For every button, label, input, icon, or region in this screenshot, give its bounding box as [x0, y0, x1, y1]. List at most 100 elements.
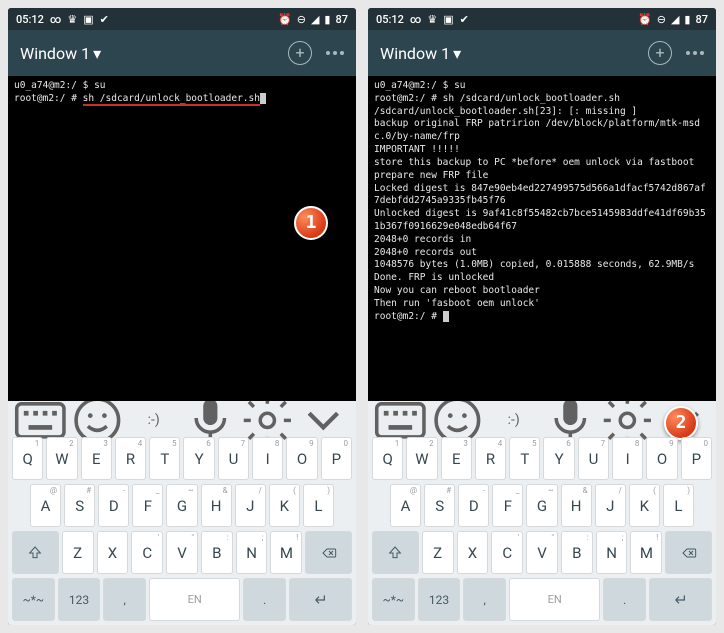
chevron-down-icon: ▾ — [453, 44, 461, 63]
key-x[interactable]: X — [457, 531, 489, 574]
key-w[interactable]: 2W — [406, 437, 437, 480]
key-w[interactable]: 2W — [46, 437, 77, 480]
key-j[interactable]: /J — [235, 484, 266, 527]
terminal-output[interactable]: u0_a74@m2:/ $ su root@m2:/ # sh /sdcard/… — [8, 76, 356, 401]
check-icon: ✔ — [100, 13, 109, 26]
key-e[interactable]: 3E — [81, 437, 112, 480]
key-z[interactable]: Z — [62, 531, 94, 574]
key-a[interactable]: @A — [30, 484, 61, 527]
key-v[interactable]: "V — [166, 531, 198, 574]
key-g[interactable]: ~G — [166, 484, 197, 527]
sym-key[interactable]: ~*~ — [12, 578, 55, 621]
enter-key[interactable] — [289, 578, 352, 621]
key-o[interactable]: 9O — [646, 437, 677, 480]
key-k[interactable]: (K — [629, 484, 660, 527]
key-n[interactable]: ;N — [236, 531, 268, 574]
do-not-disturb-icon: ⊖ — [297, 13, 306, 26]
crown-icon: ♛ — [67, 13, 77, 26]
infinity-icon: ∞ — [50, 13, 61, 26]
signal-icon: ◢ — [671, 13, 679, 26]
key-s[interactable]: #S — [64, 484, 95, 527]
key-i[interactable]: 8I — [612, 437, 643, 480]
space-key[interactable]: EN — [149, 578, 240, 621]
key-y[interactable]: 6Y — [183, 437, 214, 480]
comma-key[interactable]: , — [103, 578, 146, 621]
app-bar: Window 1 ▾ + — [368, 30, 716, 76]
signal-icon: ◢ — [311, 13, 319, 26]
terminal-output[interactable]: u0_a74@m2:/ $ su root@m2:/ # sh /sdcard/… — [368, 76, 716, 401]
shift-key[interactable] — [372, 531, 419, 574]
keyboard: :-) 1Q2W3E4R5T6Y7U8I9O0P @A#S-D_F~G&H/J(K)… — [8, 401, 356, 625]
key-p[interactable]: 0P — [681, 437, 712, 480]
space-key[interactable]: EN — [509, 578, 600, 621]
key-p[interactable]: 0P — [321, 437, 352, 480]
key-m[interactable]: !M — [630, 531, 662, 574]
check-icon: ✔ — [460, 13, 469, 26]
backspace-key[interactable] — [665, 531, 712, 574]
key-b[interactable]: :B — [201, 531, 233, 574]
key-q[interactable]: 1Q — [372, 437, 403, 480]
key-u[interactable]: 7U — [578, 437, 609, 480]
shift-key[interactable] — [12, 531, 59, 574]
key-r[interactable]: 4R — [115, 437, 146, 480]
key-k[interactable]: (K — [269, 484, 300, 527]
overflow-menu-button[interactable] — [686, 51, 704, 55]
key-t[interactable]: 5T — [509, 437, 540, 480]
key-u[interactable]: 7U — [218, 437, 249, 480]
key-q[interactable]: 1Q — [12, 437, 43, 480]
sym-key[interactable]: ~*~ — [372, 578, 415, 621]
status-bar: 05:12 ∞ ♛ ▣ ✔ ⏰ ⊖ ◢ ▮ 87 — [8, 8, 356, 30]
crown-icon: ♛ — [427, 13, 437, 26]
key-c[interactable]: 'C — [131, 531, 163, 574]
key-h[interactable]: &H — [201, 484, 232, 527]
overflow-menu-button[interactable] — [326, 51, 344, 55]
key-g[interactable]: ~G — [526, 484, 557, 527]
key-a[interactable]: @A — [390, 484, 421, 527]
do-not-disturb-icon: ⊖ — [657, 13, 666, 26]
key-o[interactable]: 9O — [286, 437, 317, 480]
window-dropdown[interactable]: Window 1 ▾ — [20, 44, 101, 63]
step-badge-1: 1 — [294, 206, 328, 240]
key-l[interactable]: )L — [663, 484, 694, 527]
add-window-button[interactable]: + — [288, 41, 312, 65]
add-window-button[interactable]: + — [648, 41, 672, 65]
key-f[interactable]: _F — [492, 484, 523, 527]
key-n[interactable]: ;N — [596, 531, 628, 574]
key-x[interactable]: X — [97, 531, 129, 574]
key-i[interactable]: 8I — [252, 437, 283, 480]
period-key[interactable]: . — [243, 578, 286, 621]
backspace-key[interactable] — [305, 531, 352, 574]
key-v[interactable]: "V — [526, 531, 558, 574]
key-l[interactable]: )L — [303, 484, 334, 527]
step-badge-2: 2 — [664, 406, 698, 440]
key-r[interactable]: 4R — [475, 437, 506, 480]
key-s[interactable]: #S — [424, 484, 455, 527]
key-h[interactable]: &H — [561, 484, 592, 527]
key-m[interactable]: !M — [270, 531, 302, 574]
period-key[interactable]: . — [603, 578, 646, 621]
key-j[interactable]: /J — [595, 484, 626, 527]
key-b[interactable]: :B — [561, 531, 593, 574]
image-icon: ▣ — [83, 13, 93, 26]
infinity-icon: ∞ — [410, 13, 421, 26]
app-bar: Window 1 ▾ + — [8, 30, 356, 76]
key-d[interactable]: -D — [98, 484, 129, 527]
battery-icon: ▮ — [324, 13, 330, 26]
key-y[interactable]: 6Y — [543, 437, 574, 480]
window-dropdown[interactable]: Window 1 ▾ — [380, 44, 461, 63]
enter-key[interactable] — [649, 578, 712, 621]
num-key[interactable]: 123 — [58, 578, 101, 621]
key-e[interactable]: 3E — [441, 437, 472, 480]
key-f[interactable]: _F — [132, 484, 163, 527]
alarm-icon: ⏰ — [278, 13, 292, 26]
comma-key[interactable]: , — [463, 578, 506, 621]
text-face[interactable]: :-) — [125, 412, 182, 428]
battery-icon: ▮ — [684, 13, 690, 26]
num-key[interactable]: 123 — [418, 578, 461, 621]
text-face[interactable]: :-) — [485, 412, 542, 428]
keyboard: :-) 1Q2W3E4R5T6Y7U8I9O0P @A#S-D_F~G&H/J(K)… — [368, 401, 716, 625]
key-c[interactable]: 'C — [491, 531, 523, 574]
key-z[interactable]: Z — [422, 531, 454, 574]
key-d[interactable]: -D — [458, 484, 489, 527]
key-t[interactable]: 5T — [149, 437, 180, 480]
